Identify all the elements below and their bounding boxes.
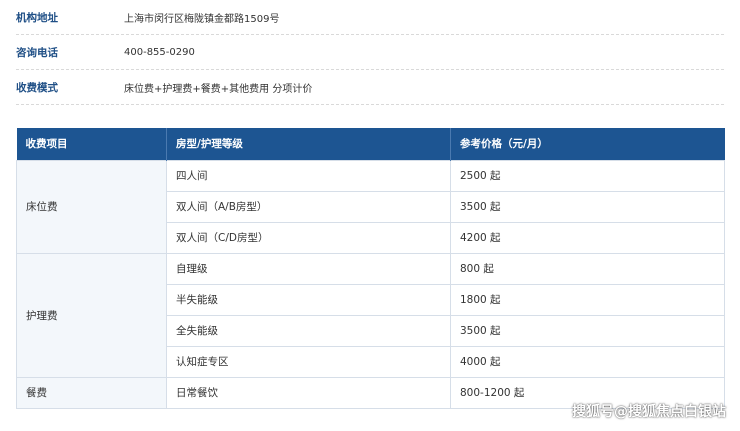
category-cell: 餐费 [16,376,167,409]
table-row: 床位费 四人间 2500 起 [16,159,725,254]
item-cell: 全失能级 [166,314,451,347]
info-row-address: 机构地址 上海市闵行区梅陇镇金都路1509号 [16,0,724,35]
price-cell: 4200 起 [450,221,725,254]
info-label: 咨询电话 [16,46,58,59]
info-row-phone: 咨询电话 400-855-0290 [16,35,724,70]
header-fee-item: 收费项目 [16,128,167,160]
table-header-row: 收费项目 房型/护理等级 参考价格（元/月） [16,128,725,160]
watermark-text: 搜狐号@搜狐焦点白银站 [572,404,726,420]
item-cell: 四人间 [166,159,451,192]
item-cell: 双人间（A/B房型） [166,190,451,223]
price-cell: 800 起 [450,252,725,285]
price-cell: 4000 起 [450,345,725,378]
price-cell: 3500 起 [450,314,725,347]
category-cell: 护理费 [16,252,167,378]
header-room-type: 房型/护理等级 [166,128,451,160]
page: 机构地址 上海市闵行区梅陇镇金都路1509号 咨询电话 400-855-0290… [0,0,740,431]
info-section: 机构地址 上海市闵行区梅陇镇金都路1509号 咨询电话 400-855-0290… [16,0,724,105]
item-cell: 认知症专区 [166,345,451,378]
header-price: 参考价格（元/月） [450,128,725,160]
item-cell: 日常餐饮 [166,376,451,409]
info-value: 400-855-0290 [124,46,195,58]
fee-table: 收费项目 房型/护理等级 参考价格（元/月） 床位费 四人间 2500 起 双人… [16,128,725,409]
info-label: 机构地址 [16,11,58,24]
item-cell: 半失能级 [166,283,451,316]
info-row-fee-mode: 收费模式 床位费+护理费+餐费+其他费用 分项计价 [16,70,724,105]
price-cell: 2500 起 [450,159,725,192]
table-row: 护理费 自理级 800 起 [16,252,725,378]
info-label: 收费模式 [16,81,58,94]
info-value: 上海市闵行区梅陇镇金都路1509号 [124,13,280,25]
price-cell: 3500 起 [450,190,725,223]
info-value: 床位费+护理费+餐费+其他费用 分项计价 [124,83,313,95]
item-cell: 双人间（C/D房型） [166,221,451,254]
price-cell: 1800 起 [450,283,725,316]
item-cell: 自理级 [166,252,451,285]
category-cell: 床位费 [16,159,167,254]
